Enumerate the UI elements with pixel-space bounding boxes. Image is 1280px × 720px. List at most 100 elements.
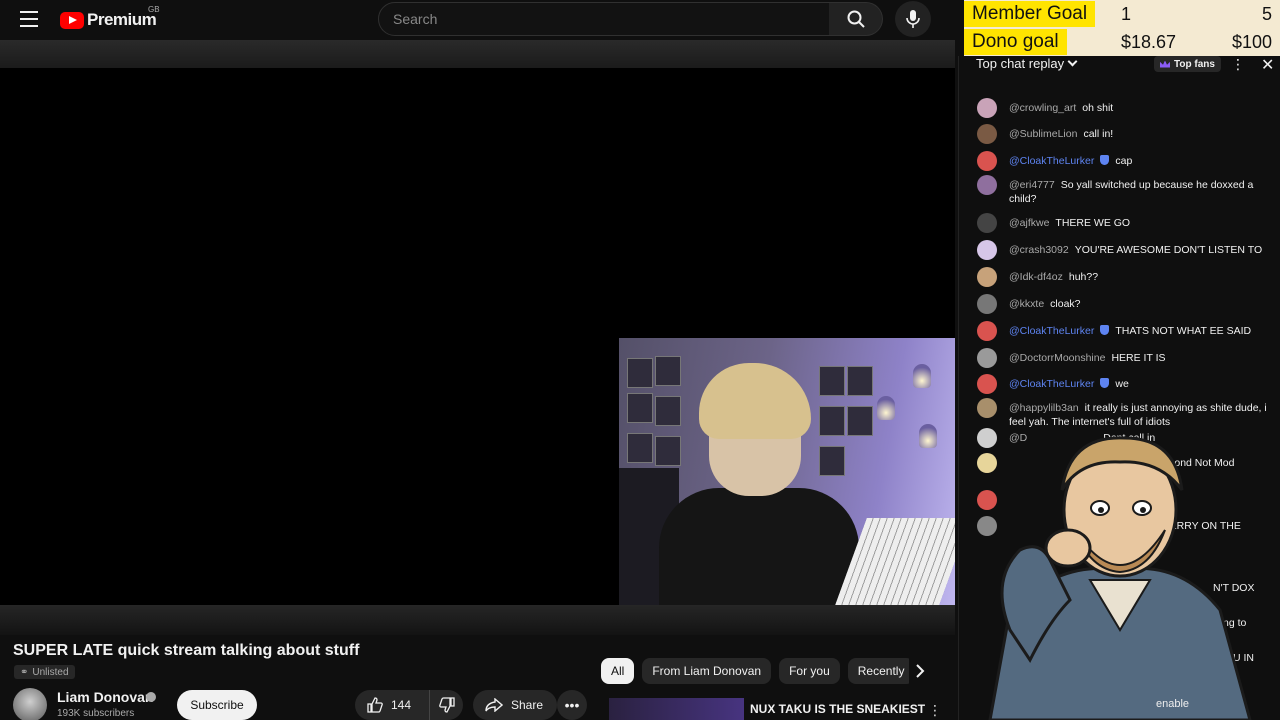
dono-goal-row: Dono goal $18.67 $100: [964, 28, 1280, 56]
member-goal-row: Member Goal 1 5: [964, 0, 1280, 28]
chat-username[interactable]: @kkxte: [1009, 298, 1044, 310]
search-button[interactable]: [829, 2, 883, 36]
share-button[interactable]: Share: [473, 690, 557, 720]
chat-username[interactable]: @Idk-df4oz: [1009, 271, 1063, 283]
search-icon: [847, 10, 865, 28]
chat-username[interactable]: @crowling_art: [1009, 102, 1076, 114]
chevron-right-icon: [916, 664, 925, 678]
chat-mode-label: Top chat replay: [976, 56, 1065, 71]
logo-text: Premium: [87, 10, 157, 29]
top-fans-button[interactable]: Top fans: [1154, 56, 1221, 72]
moderator-badge-icon: [1100, 325, 1110, 335]
dono-goal-target: $100: [1231, 31, 1272, 52]
avatar: [977, 267, 997, 287]
thumbs-down-icon: [438, 697, 455, 713]
youtube-play-icon: [60, 11, 84, 29]
chat-text: oh shit: [1082, 102, 1114, 114]
moderator-badge-icon: [1100, 155, 1110, 165]
top-fans-label: Top fans: [1174, 58, 1215, 70]
avatar: [977, 294, 997, 314]
chat-text: cap: [1115, 155, 1133, 167]
chat-text: cloak?: [1050, 298, 1081, 310]
avatar: [977, 321, 997, 341]
dono-goal-label: Dono goal: [964, 29, 1067, 55]
chat-text: HERE IT IS: [1111, 352, 1166, 364]
avatar: [977, 151, 997, 171]
chip-recently[interactable]: Recently: [847, 658, 909, 684]
chat-username[interactable]: @CloakTheLurker: [1009, 325, 1094, 337]
chat-username[interactable]: @CloakTheLurker: [1009, 155, 1094, 167]
microphone-icon: [906, 10, 920, 28]
menu-icon[interactable]: [20, 11, 38, 27]
avatar: [977, 98, 997, 118]
chat-username[interactable]: @happylilb3an: [1009, 402, 1079, 414]
chat-text: ng to: [1223, 617, 1247, 629]
avatar: [977, 124, 997, 144]
chip-all[interactable]: All: [601, 658, 635, 684]
chat-username[interactable]: @CloakTheLurker: [1009, 378, 1094, 390]
avatar: [977, 516, 997, 536]
like-count: 144: [391, 698, 412, 712]
chat-header: Top chat replay Top fans ⋮ ✕: [959, 55, 1280, 75]
verified-icon: [146, 692, 156, 702]
chat-text: N'T DOX: [1213, 582, 1255, 594]
chat-username[interactable]: @crash3092: [1009, 244, 1069, 256]
chat-text: uld Blue Diamond Not Mod: [1109, 457, 1235, 469]
player-top-bar: [0, 40, 955, 70]
chat-text: we: [1115, 378, 1129, 390]
share-icon: [485, 698, 503, 712]
youtube-logo[interactable]: Premium GB: [60, 5, 160, 30]
close-icon[interactable]: ✕: [1261, 55, 1274, 75]
chat-text: Dont call in: [1103, 432, 1156, 444]
avatar: [977, 240, 997, 260]
link-icon: ⚭: [20, 666, 29, 678]
region-code: GB: [148, 5, 160, 14]
avatar: [977, 374, 997, 394]
like-button[interactable]: 144: [355, 690, 429, 720]
channel-name[interactable]: Liam Donovan: [57, 689, 153, 705]
chat-text: ET STRAWBERRY ON THE: [1109, 520, 1241, 532]
member-goal-label: Member Goal: [964, 1, 1096, 27]
chat-username[interactable]: @SublimeLion: [1009, 128, 1077, 140]
recommended-thumbnail[interactable]: [609, 698, 744, 720]
recommended-more-icon[interactable]: ⋮: [928, 702, 942, 719]
chat-text: call in!: [1083, 128, 1114, 140]
chevron-down-icon: [1067, 56, 1078, 66]
dislike-button[interactable]: [429, 690, 463, 720]
chat-mode-selector[interactable]: Top chat replay: [976, 56, 1078, 71]
chat-options-icon[interactable]: ⋮: [1231, 56, 1245, 73]
thumbs-up-icon: [367, 697, 383, 713]
member-goal-target: 5: [1261, 3, 1272, 24]
chat-text: huh??: [1068, 271, 1099, 283]
top-bar: Premium GB Search: [0, 0, 960, 40]
chat-text: k bue: [1125, 494, 1151, 506]
more-actions-button[interactable]: •••: [557, 690, 587, 720]
chips-next-button[interactable]: [910, 661, 930, 681]
chat-text: THATS NOT WHAT EE SAID: [1115, 325, 1252, 337]
dono-goal-current: $18.67: [1121, 31, 1177, 52]
voice-search-button[interactable]: [895, 1, 931, 37]
live-chat-panel: Top chat replay Top fans ⋮ ✕ @crowling_a…: [958, 56, 1280, 720]
stream-goals-overlay: Member Goal 1 5 Dono goal $18.67 $100: [964, 0, 1280, 56]
channel-avatar[interactable]: [13, 688, 47, 720]
avatar: [977, 213, 997, 233]
webcam-feed: [619, 338, 955, 605]
avatar: [977, 175, 997, 195]
chat-text: YOU'RE AWESOME DON'T LISTEN TO: [1074, 244, 1263, 256]
recommended-title[interactable]: NUX TAKU IS THE SNEAKIEST: [750, 702, 925, 716]
avatar: [977, 453, 997, 473]
moderator-badge-icon: [1100, 378, 1110, 388]
search-input[interactable]: Search: [378, 2, 830, 36]
chip-for-you[interactable]: For you: [779, 658, 840, 684]
chat-username: @D: [1009, 432, 1028, 444]
chat-username[interactable]: @eri4777: [1009, 179, 1055, 191]
share-label: Share: [511, 698, 544, 712]
chat-username[interactable]: @DoctorrMoonshine: [1009, 352, 1105, 364]
avatar: [977, 490, 997, 510]
video-title: SUPER LATE quick stream talking about st…: [13, 642, 360, 659]
subscribe-button[interactable]: Subscribe: [177, 690, 257, 720]
chat-username[interactable]: @ajfkwe: [1009, 217, 1049, 229]
chip-from-channel[interactable]: From Liam Donovan: [642, 658, 772, 684]
more-horizontal-icon: •••: [564, 697, 580, 713]
like-dislike-group: 144: [355, 690, 463, 720]
